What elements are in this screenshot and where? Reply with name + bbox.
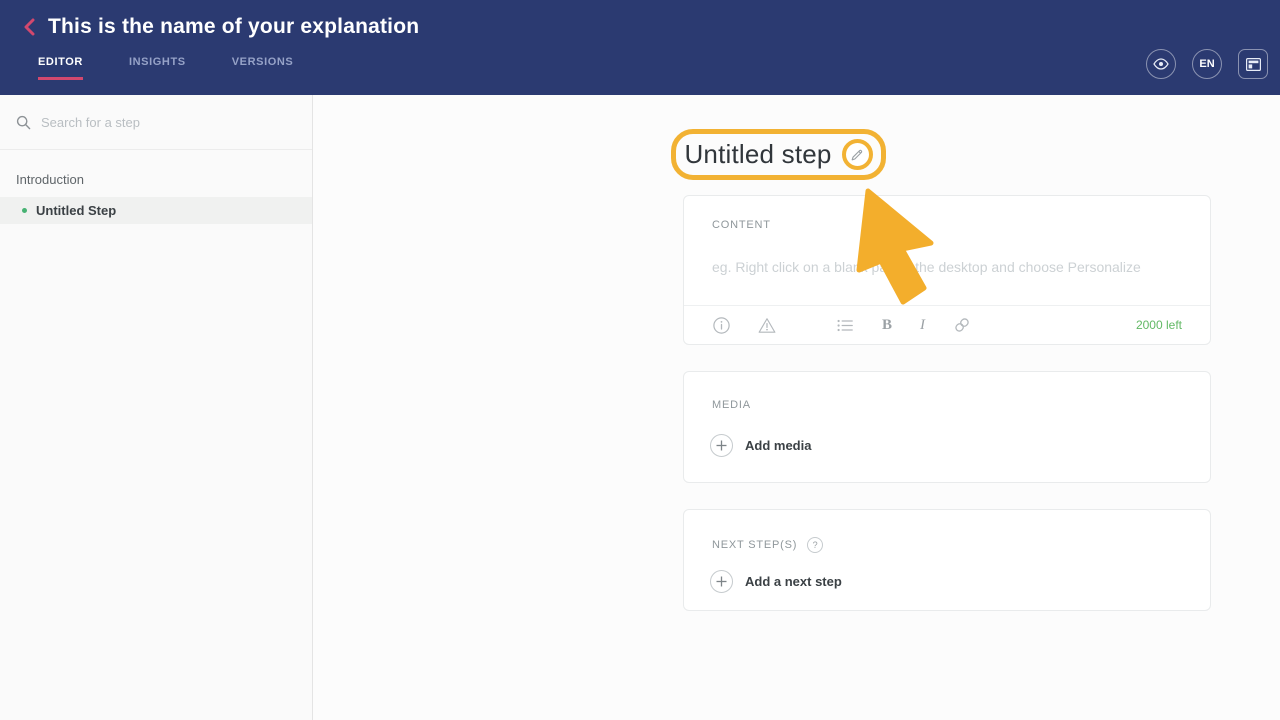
tab-editor[interactable]: EDITOR: [38, 56, 83, 80]
header-controls: EN: [1146, 49, 1268, 79]
layout-button[interactable]: [1238, 49, 1268, 79]
characters-left-counter: 2000 left: [1135, 318, 1182, 332]
header-tabs: EDITOR INSIGHTS VERSIONS: [38, 56, 1280, 80]
chevron-left-icon: [24, 18, 34, 36]
step-title-highlight: Untitled step: [671, 129, 886, 180]
step-search: [0, 95, 312, 150]
bold-button[interactable]: B: [882, 317, 892, 334]
media-card-label: MEDIA: [712, 399, 751, 411]
language-badge: EN: [1199, 58, 1215, 70]
step-label: Untitled Step: [36, 203, 117, 218]
plus-icon: [710, 434, 733, 457]
bullet-list-icon: [837, 319, 853, 331]
add-media-label: Add media: [745, 438, 812, 453]
info-block-button[interactable]: [712, 316, 730, 334]
eye-icon: [1153, 58, 1169, 70]
warning-icon: [758, 317, 776, 333]
step-title: Untitled step: [684, 139, 832, 169]
tab-insights[interactable]: INSIGHTS: [129, 56, 186, 80]
next-steps-label-row: NEXT STEP(S) ?: [712, 537, 824, 553]
link-icon: [955, 318, 969, 332]
warning-block-button[interactable]: [758, 316, 776, 334]
next-steps-card-label: NEXT STEP(S): [712, 539, 798, 551]
section-label-introduction: Introduction: [16, 172, 84, 187]
bullet-list-button[interactable]: [836, 316, 854, 334]
pencil-icon: [851, 149, 863, 160]
media-card: MEDIA Add media: [683, 371, 1211, 483]
window-layout-icon: [1245, 57, 1261, 71]
link-button[interactable]: [953, 316, 971, 334]
sidebar-step-untitled[interactable]: Untitled Step: [0, 197, 312, 224]
add-media-button[interactable]: Add media: [710, 434, 811, 457]
info-icon: [712, 316, 730, 334]
question-circle-icon[interactable]: ?: [807, 537, 824, 553]
app-header: This is the name of your explanation EDI…: [0, 0, 1280, 95]
explanation-title: This is the name of your explanation: [48, 15, 420, 38]
content-card-label: CONTENT: [712, 219, 771, 231]
plus-icon: [710, 570, 733, 593]
add-next-step-button[interactable]: Add a next step: [710, 570, 842, 593]
search-input[interactable]: [41, 114, 296, 130]
language-button[interactable]: EN: [1192, 49, 1222, 79]
back-button[interactable]: [16, 14, 42, 40]
preview-button[interactable]: [1146, 49, 1176, 79]
steps-sidebar: Introduction Untitled Step: [0, 95, 313, 720]
content-editor[interactable]: eg. Right click on a blank part of the d…: [712, 259, 1182, 275]
content-toolbar: B I 2000 left: [684, 305, 1210, 344]
italic-button[interactable]: I: [920, 317, 925, 334]
step-status-dot: [22, 208, 27, 213]
add-next-step-label: Add a next step: [745, 574, 842, 589]
edit-title-button[interactable]: [841, 139, 873, 170]
content-card: CONTENT eg. Right click on a blank part …: [683, 195, 1211, 345]
tab-versions[interactable]: VERSIONS: [232, 56, 294, 80]
next-steps-card: NEXT STEP(S) ? Add a next step: [683, 509, 1211, 611]
header-top-row: This is the name of your explanation: [0, 0, 1280, 40]
search-icon: [16, 115, 31, 129]
